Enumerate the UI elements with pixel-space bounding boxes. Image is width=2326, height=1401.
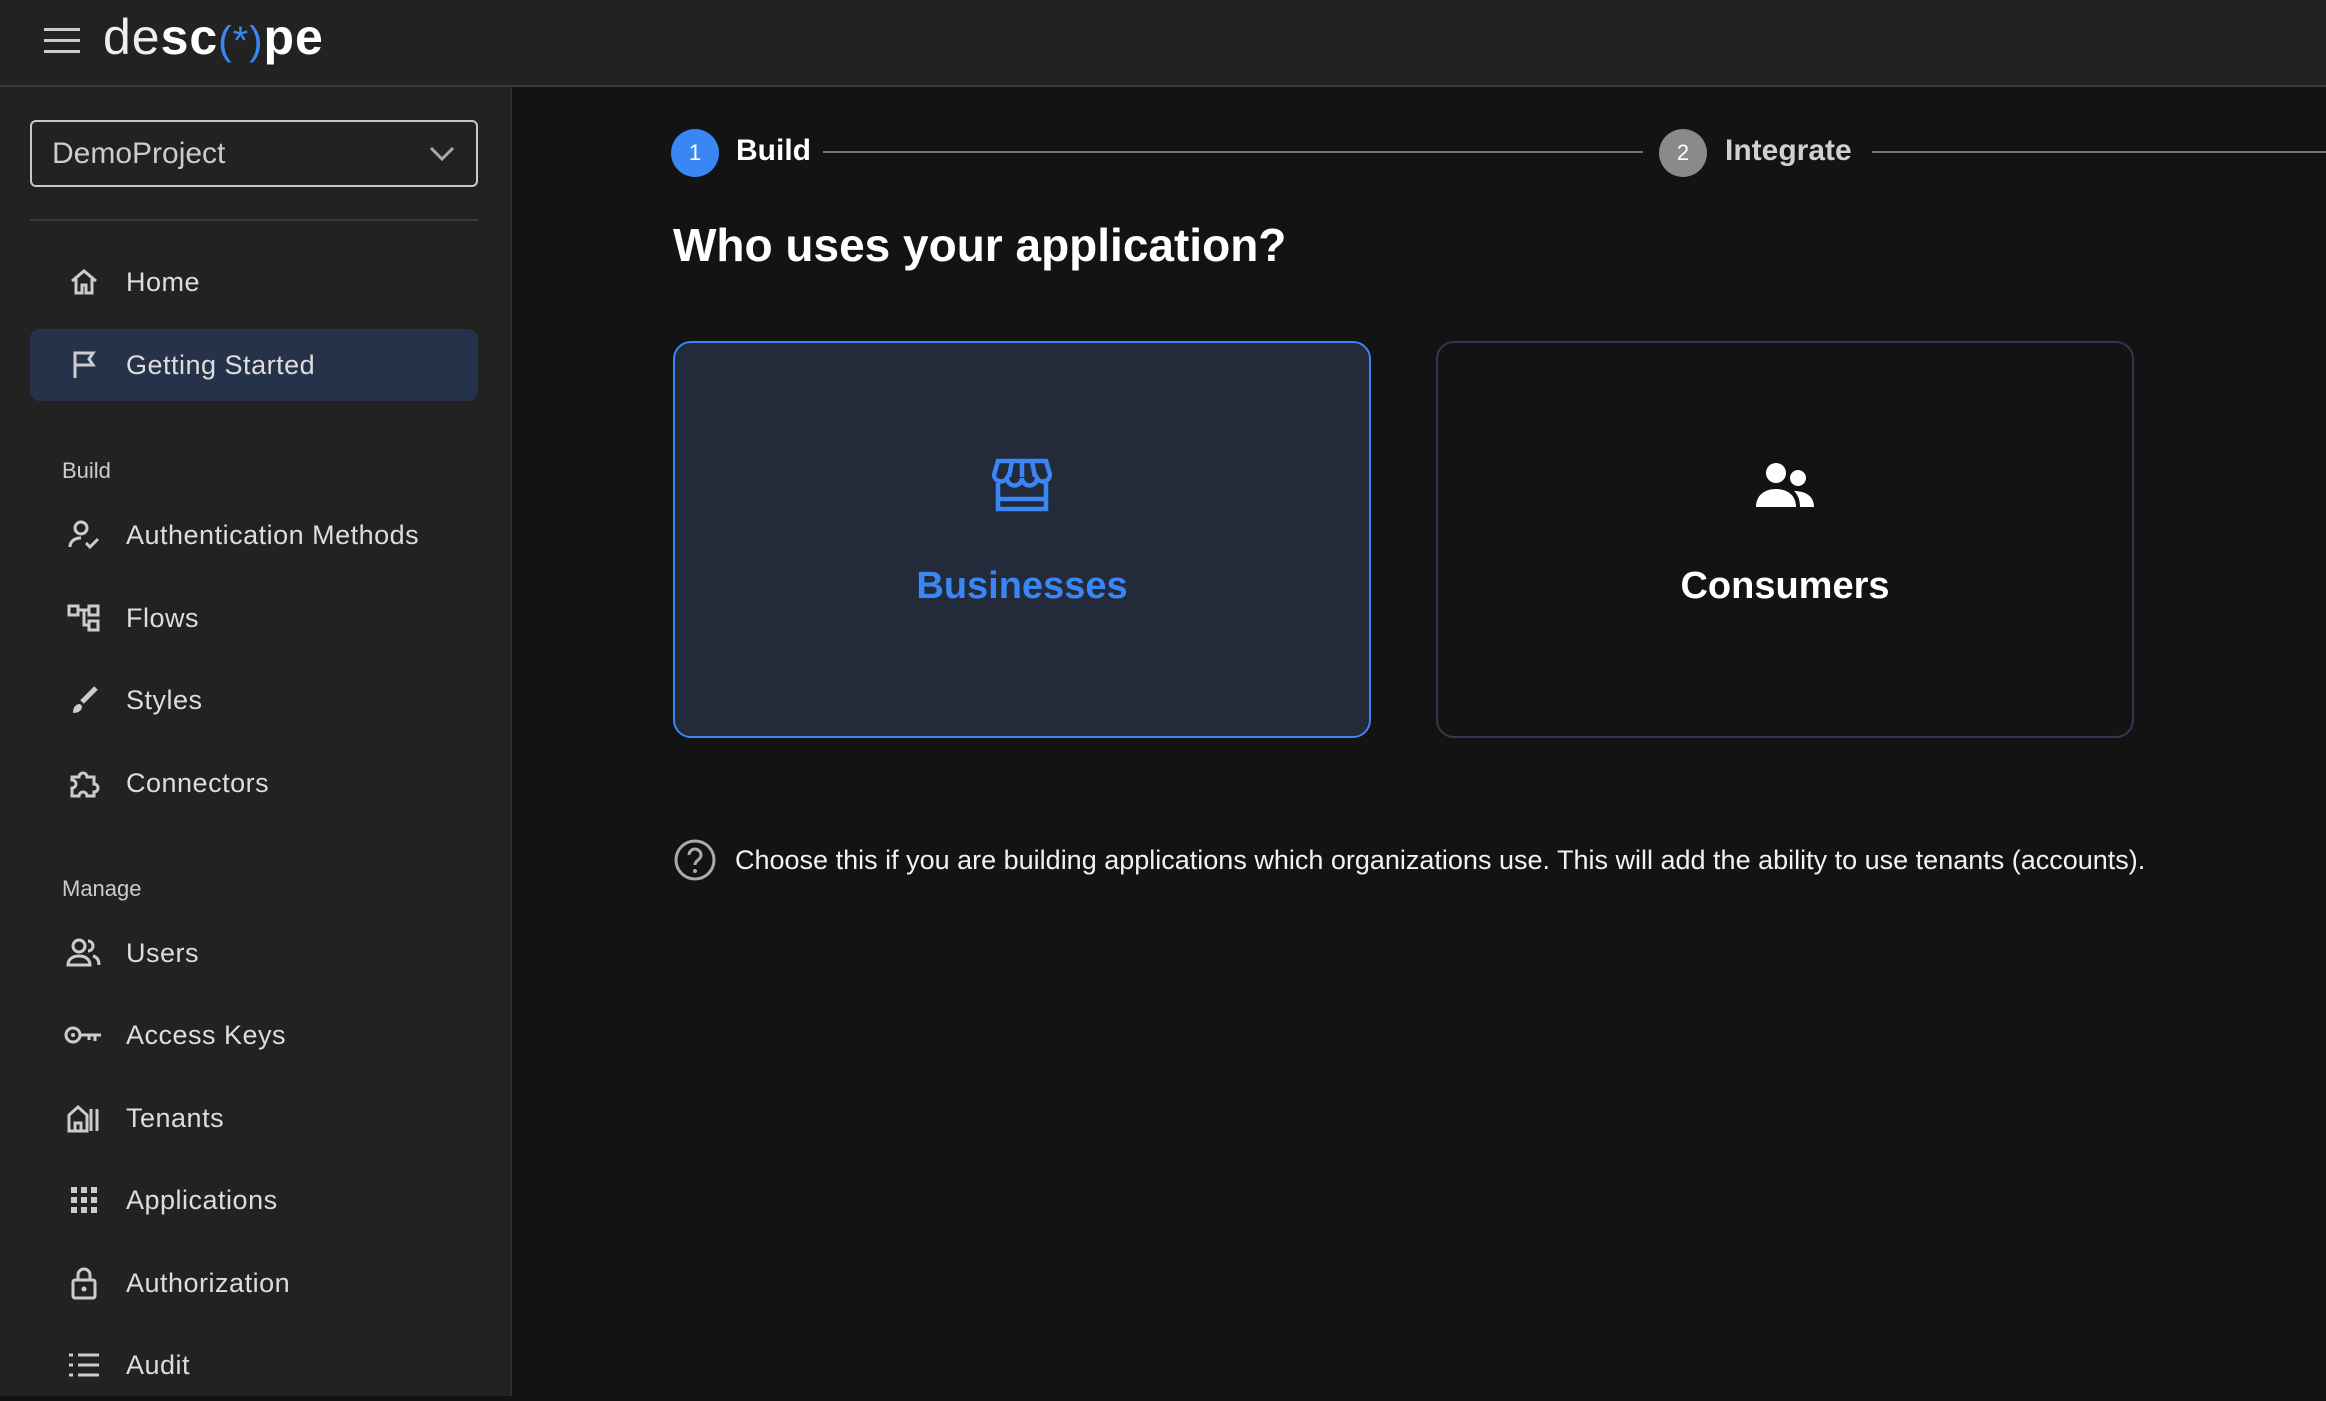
chevron-down-icon [428, 145, 456, 163]
section-manage-label: Manage [62, 876, 142, 902]
sidebar-item-tenants[interactable]: Tenants [30, 1082, 478, 1154]
consumers-card[interactable]: Consumers [1436, 341, 2134, 738]
users-icon [62, 938, 106, 968]
sidebar-item-label: Authentication Methods [126, 520, 419, 551]
flows-icon [62, 603, 106, 633]
sidebar-item-label: Styles [126, 685, 203, 716]
card-label: Businesses [916, 565, 1127, 608]
sidebar: DemoProject Home Getting Started Build A… [0, 87, 512, 1396]
step-connector [1872, 151, 2326, 153]
step-2-indicator: 2 [1659, 129, 1707, 177]
businesses-card[interactable]: Businesses [673, 341, 1371, 738]
list-icon [62, 1352, 106, 1378]
step-1-label: Build [736, 134, 811, 168]
sidebar-item-label: Flows [126, 603, 199, 634]
sidebar-item-label: Tenants [126, 1103, 224, 1134]
sidebar-item-label: Authorization [126, 1268, 290, 1299]
sidebar-item-label: Home [126, 267, 200, 298]
help-text: Choose this if you are building applicat… [735, 845, 2145, 876]
puzzle-icon [62, 767, 106, 799]
flag-icon [62, 350, 106, 380]
sidebar-item-label: Users [126, 938, 199, 969]
sidebar-item-authorization[interactable]: Authorization [30, 1247, 478, 1319]
sidebar-item-getting-started[interactable]: Getting Started [30, 329, 478, 401]
menu-icon[interactable] [44, 28, 80, 54]
project-select[interactable]: DemoProject [30, 120, 478, 187]
grid-icon [62, 1186, 106, 1214]
people-icon [1754, 455, 1816, 515]
descope-logo[interactable]: desc(*)pe [103, 8, 324, 66]
brush-icon [62, 685, 106, 715]
sidebar-item-authentication-methods[interactable]: Authentication Methods [30, 499, 478, 571]
user-check-icon [62, 520, 106, 550]
key-icon [62, 1023, 106, 1047]
page-title: Who uses your application? [673, 218, 1286, 272]
section-build-label: Build [62, 458, 111, 484]
help-circle-icon [673, 838, 717, 882]
sidebar-item-connectors[interactable]: Connectors [30, 747, 478, 819]
lock-icon [62, 1266, 106, 1300]
sidebar-item-label: Getting Started [126, 350, 315, 381]
sidebar-item-audit[interactable]: Audit [30, 1329, 478, 1401]
sidebar-item-label: Access Keys [126, 1020, 286, 1051]
step-2-label: Integrate [1725, 134, 1852, 168]
sidebar-item-users[interactable]: Users [30, 917, 478, 989]
sidebar-item-flows[interactable]: Flows [30, 582, 478, 654]
top-header: desc(*)pe [0, 0, 2326, 87]
sidebar-item-label: Connectors [126, 768, 269, 799]
tenants-icon [62, 1103, 106, 1133]
store-icon [992, 455, 1052, 515]
step-connector [823, 151, 1643, 153]
project-name: DemoProject [52, 137, 225, 171]
sidebar-item-applications[interactable]: Applications [30, 1164, 478, 1236]
step-1-indicator: 1 [671, 129, 719, 177]
divider [30, 219, 478, 221]
sidebar-item-styles[interactable]: Styles [30, 664, 478, 736]
sidebar-item-access-keys[interactable]: Access Keys [30, 999, 478, 1071]
help-text-row: Choose this if you are building applicat… [673, 838, 2145, 882]
sidebar-item-label: Audit [126, 1350, 190, 1381]
card-label: Consumers [1680, 565, 1889, 608]
sidebar-item-label: Applications [126, 1185, 278, 1216]
sidebar-item-home[interactable]: Home [30, 246, 478, 318]
home-icon [62, 267, 106, 297]
